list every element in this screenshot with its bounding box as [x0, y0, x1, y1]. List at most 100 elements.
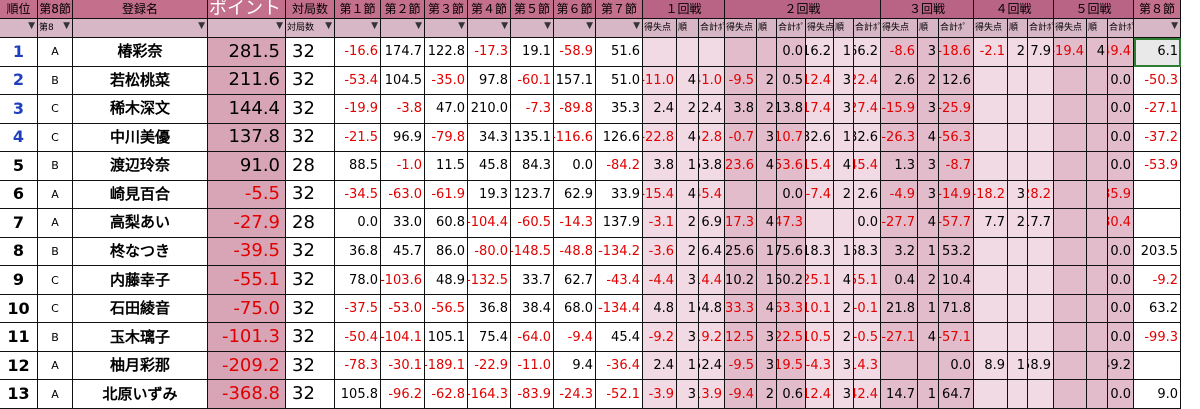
round-value-cell[interactable]	[1087, 123, 1108, 153]
round-value-cell[interactable]: 0.0	[1108, 123, 1134, 153]
header-set-6[interactable]: 第６節	[554, 0, 596, 19]
filter-games[interactable]: 対局数 ▼	[286, 19, 335, 38]
header-round-4[interactable]: ４回戦	[974, 0, 1054, 19]
rank-cell[interactable]: 9	[0, 266, 38, 295]
round-value-cell[interactable]: 68.3	[854, 237, 881, 267]
games-cell[interactable]: 32	[286, 38, 335, 67]
round-value-cell[interactable]: -14.9	[939, 180, 974, 210]
round-value-cell[interactable]	[974, 294, 1008, 324]
round-value-cell[interactable]: 4	[834, 266, 854, 295]
filter-round-4-1[interactable]: 得失点	[881, 19, 918, 38]
round-value-cell[interactable]: -4.9	[881, 180, 918, 210]
set-value-cell[interactable]: -79.8	[425, 123, 468, 153]
round-value-cell[interactable]: -13.9	[699, 380, 725, 409]
set-value-cell[interactable]: -84.2	[596, 152, 643, 181]
round-value-cell[interactable]: -17.4	[806, 95, 834, 124]
round-value-cell[interactable]: 0.0	[1108, 66, 1134, 96]
header-set-5[interactable]: 第５節	[511, 0, 554, 19]
round-value-cell[interactable]: 4	[918, 209, 939, 238]
round-value-cell[interactable]: 10.4	[939, 266, 974, 295]
set-value-cell[interactable]: 11.5	[425, 152, 468, 181]
filter-dropdown-icon[interactable]: ▼	[198, 22, 205, 31]
round-value-cell[interactable]	[1008, 323, 1028, 352]
round-value-cell[interactable]	[1087, 323, 1108, 352]
set-value-cell[interactable]: -61.9	[425, 180, 468, 210]
round-value-cell[interactable]: 17.7	[1028, 209, 1054, 238]
round-value-cell[interactable]: 1.3	[881, 152, 918, 181]
group-cell[interactable]: A	[38, 38, 73, 67]
set-value-cell[interactable]: -89.8	[554, 95, 596, 124]
round-value-cell[interactable]: 2	[834, 323, 854, 352]
set-value-cell[interactable]: 123.7	[511, 180, 554, 210]
round-value-cell[interactable]	[1008, 95, 1028, 124]
round-value-cell[interactable]: -12.5	[725, 323, 757, 352]
games-cell[interactable]: 32	[286, 380, 335, 409]
set-value-cell[interactable]: -3.8	[381, 95, 425, 124]
round-value-cell[interactable]: 2	[677, 95, 699, 124]
round-value-cell[interactable]: 10.2	[725, 266, 757, 295]
games-cell[interactable]: 32	[286, 294, 335, 324]
group-cell[interactable]: A	[38, 209, 73, 238]
round-value-cell[interactable]: 1	[677, 152, 699, 181]
header-round-3[interactable]: ３回戦	[881, 0, 974, 19]
filter-rank[interactable]: ▼	[0, 19, 38, 38]
round-value-cell[interactable]	[1087, 66, 1108, 96]
round-value-cell[interactable]: 3	[677, 323, 699, 352]
round-value-cell[interactable]: -27.4	[854, 95, 881, 124]
points-cell[interactable]: 211.6	[208, 66, 286, 96]
round-value-cell[interactable]	[1008, 380, 1028, 409]
round-value-cell[interactable]: 2	[918, 266, 939, 295]
set-value-cell[interactable]: 34.3	[468, 123, 511, 153]
filter-dropdown-icon[interactable]: ▼	[544, 22, 551, 31]
group-cell[interactable]: A	[38, 351, 73, 381]
round-value-cell[interactable]: 8.9	[974, 351, 1008, 381]
set-value-cell[interactable]: 86.0	[425, 237, 468, 267]
round-value-cell[interactable]: 75.6	[777, 237, 806, 267]
round-value-cell[interactable]: -0.5	[854, 323, 881, 352]
filter-set-6[interactable]: ▼	[554, 19, 596, 38]
round-value-cell[interactable]	[643, 38, 677, 67]
header-name[interactable]: 登録名	[73, 0, 208, 19]
round-value-cell[interactable]: -14.3	[854, 351, 881, 381]
round-value-cell[interactable]: 3.2	[881, 237, 918, 267]
set-value-cell[interactable]: 75.4	[468, 323, 511, 352]
points-cell[interactable]: -55.1	[208, 266, 286, 295]
round-value-cell[interactable]	[699, 38, 725, 67]
filter-round-1-1[interactable]: 得失点	[643, 19, 677, 38]
group-cell[interactable]: A	[38, 180, 73, 210]
name-cell[interactable]: 高梨あい	[73, 209, 208, 238]
round-value-cell[interactable]: 64.7	[939, 380, 974, 409]
set-value-cell[interactable]: -83.9	[511, 380, 554, 409]
round-value-cell[interactable]: -26.3	[881, 123, 918, 153]
set-value-cell[interactable]: -96.2	[381, 380, 425, 409]
round-value-cell[interactable]	[1008, 237, 1028, 267]
round-value-cell[interactable]: 1	[677, 294, 699, 324]
round-value-cell[interactable]: -23.6	[725, 152, 757, 181]
filter-dropdown-icon[interactable]: ▼	[586, 22, 593, 31]
round-value-cell[interactable]: 0.0	[854, 209, 881, 238]
last-set-cell[interactable]	[1134, 351, 1181, 381]
set-value-cell[interactable]: -1.0	[381, 152, 425, 181]
round-value-cell[interactable]: -0.1	[854, 294, 881, 324]
round-value-cell[interactable]: 2	[757, 380, 777, 409]
filter-dropdown-icon[interactable]: ▼	[371, 22, 378, 31]
round-value-cell[interactable]: -57.7	[939, 209, 974, 238]
round-value-cell[interactable]: -15.4	[806, 152, 834, 181]
set-value-cell[interactable]: 84.3	[511, 152, 554, 181]
set-value-cell[interactable]: -11.0	[511, 351, 554, 381]
round-value-cell[interactable]: -47.3	[777, 209, 806, 238]
spreadsheet-grid[interactable]: 順位 第8節 登録名 ポイント 対局数 第１節 第２節 第３節 第４節 第５節 第６節 第７節 １回戦 ２…	[0, 0, 1200, 409]
filter-round-5-1[interactable]: 得失点	[974, 19, 1008, 38]
round-value-cell[interactable]: -55.1	[854, 266, 881, 295]
set-value-cell[interactable]: -24.3	[554, 380, 596, 409]
round-value-cell[interactable]: -3.6	[643, 237, 677, 267]
round-value-cell[interactable]	[974, 380, 1008, 409]
round-value-cell[interactable]: -9.2	[643, 323, 677, 352]
group-cell[interactable]: C	[38, 294, 73, 324]
header-set-7[interactable]: 第７節	[596, 0, 643, 19]
round-value-cell[interactable]	[974, 323, 1008, 352]
round-value-cell[interactable]: -28.2	[1028, 180, 1054, 210]
round-value-cell[interactable]: 2	[834, 294, 854, 324]
round-value-cell[interactable]: 54.8	[699, 294, 725, 324]
rank-cell[interactable]: 11	[0, 323, 38, 352]
